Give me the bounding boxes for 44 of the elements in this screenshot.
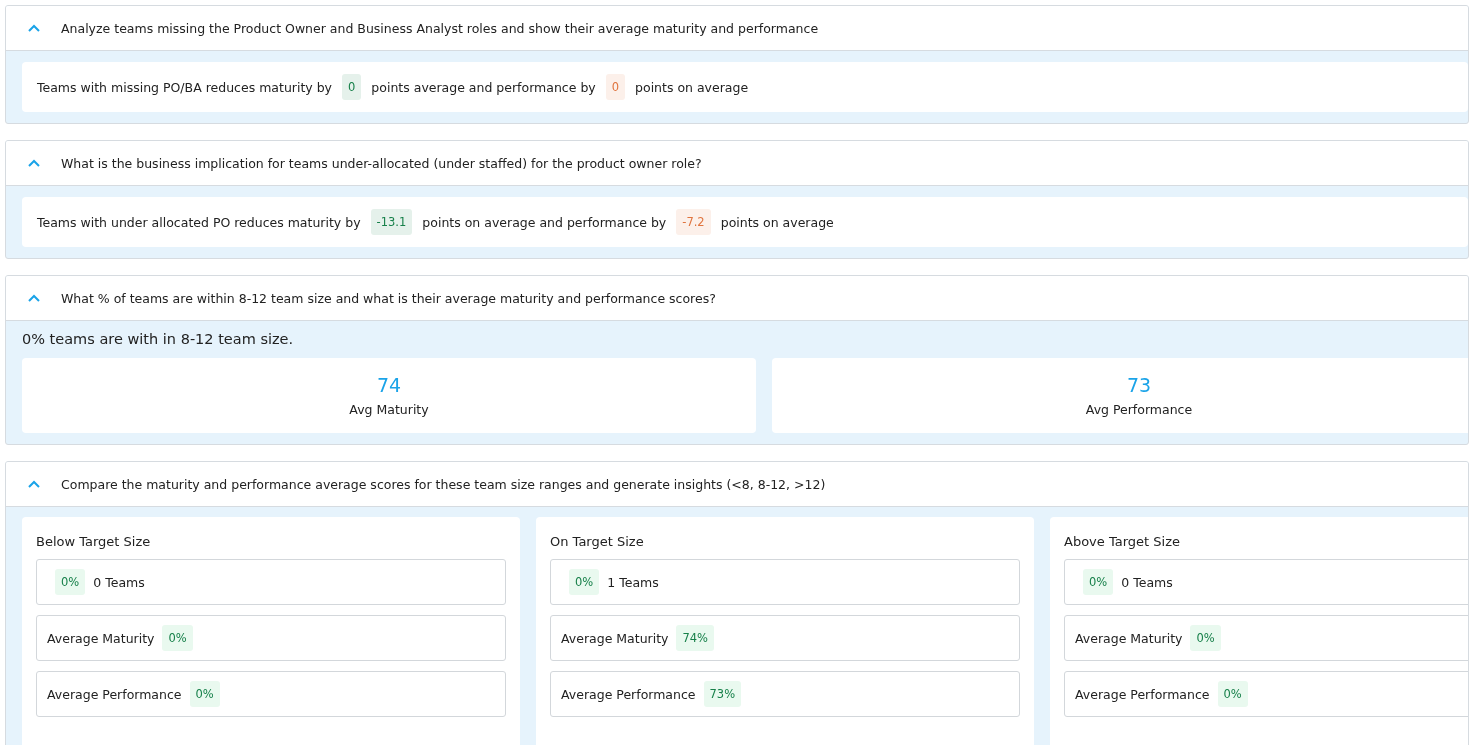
summary-text: 0% teams are with in 8-12 team size. bbox=[22, 331, 294, 347]
question-title: Compare the maturity and performance average scores for these team size ranges and generate insights (<8, 8-12, >12) bbox=[61, 476, 826, 492]
row-label: 0 Teams bbox=[1121, 574, 1173, 590]
row-label: Average Performance bbox=[1075, 686, 1210, 702]
chevron-icon[interactable] bbox=[28, 480, 40, 488]
insight-text: points on average bbox=[720, 214, 834, 230]
group-title: Below Target Size bbox=[36, 534, 151, 549]
row-label: Average Maturity bbox=[561, 630, 669, 646]
percent-badge: 74% bbox=[676, 625, 715, 651]
percent-badge: 0% bbox=[569, 569, 600, 595]
insight-text: points on average bbox=[635, 79, 749, 95]
row-label: Average Performance bbox=[561, 686, 696, 702]
group-title: On Target Size bbox=[550, 534, 644, 549]
chevron-icon[interactable] bbox=[28, 24, 40, 32]
row-label: Average Maturity bbox=[1075, 630, 1183, 646]
row-label: 1 Teams bbox=[607, 574, 659, 590]
row-label: 0 Teams bbox=[93, 574, 145, 590]
value-badge: 0 bbox=[605, 74, 626, 100]
chevron-icon[interactable] bbox=[28, 159, 40, 167]
question-title: Analyze teams missing the Product Owner and Business Analyst roles and show their average maturity and performance bbox=[61, 20, 819, 36]
percent-badge: 0% bbox=[1190, 625, 1221, 651]
stat-value: 73 bbox=[1126, 374, 1152, 396]
chevron-icon[interactable] bbox=[28, 294, 40, 302]
percent-badge: 73% bbox=[703, 681, 742, 707]
percent-badge: 0% bbox=[162, 625, 193, 651]
row-label: Average Performance bbox=[47, 686, 182, 702]
question-title: What % of teams are within 8-12 team size and what is their average maturity and performance scores? bbox=[61, 290, 716, 306]
row-label: Average Maturity bbox=[47, 630, 155, 646]
insight-text: points on average and performance by bbox=[422, 214, 667, 230]
percent-badge: 0% bbox=[189, 681, 220, 707]
insight-text: Teams with under allocated PO reduces maturity by bbox=[37, 214, 361, 230]
group-title: Above Target Size bbox=[1064, 534, 1180, 549]
value-badge: -13.1 bbox=[370, 209, 413, 235]
percent-badge: 0% bbox=[1217, 681, 1248, 707]
stat-value: 74 bbox=[376, 374, 402, 396]
percent-badge: 0% bbox=[1083, 569, 1114, 595]
insight-text: Teams with missing PO/BA reduces maturity by bbox=[37, 79, 333, 95]
question-title: What is the business implication for teams under-allocated (under staffed) for the product owner role? bbox=[61, 155, 702, 171]
percent-badge: 0% bbox=[55, 569, 86, 595]
value-badge: -7.2 bbox=[676, 209, 711, 235]
value-badge: 0 bbox=[342, 74, 362, 100]
stat-label: Avg Performance bbox=[1085, 402, 1193, 417]
insight-text: points average and performance by bbox=[371, 79, 596, 95]
stat-label: Avg Maturity bbox=[349, 402, 429, 417]
